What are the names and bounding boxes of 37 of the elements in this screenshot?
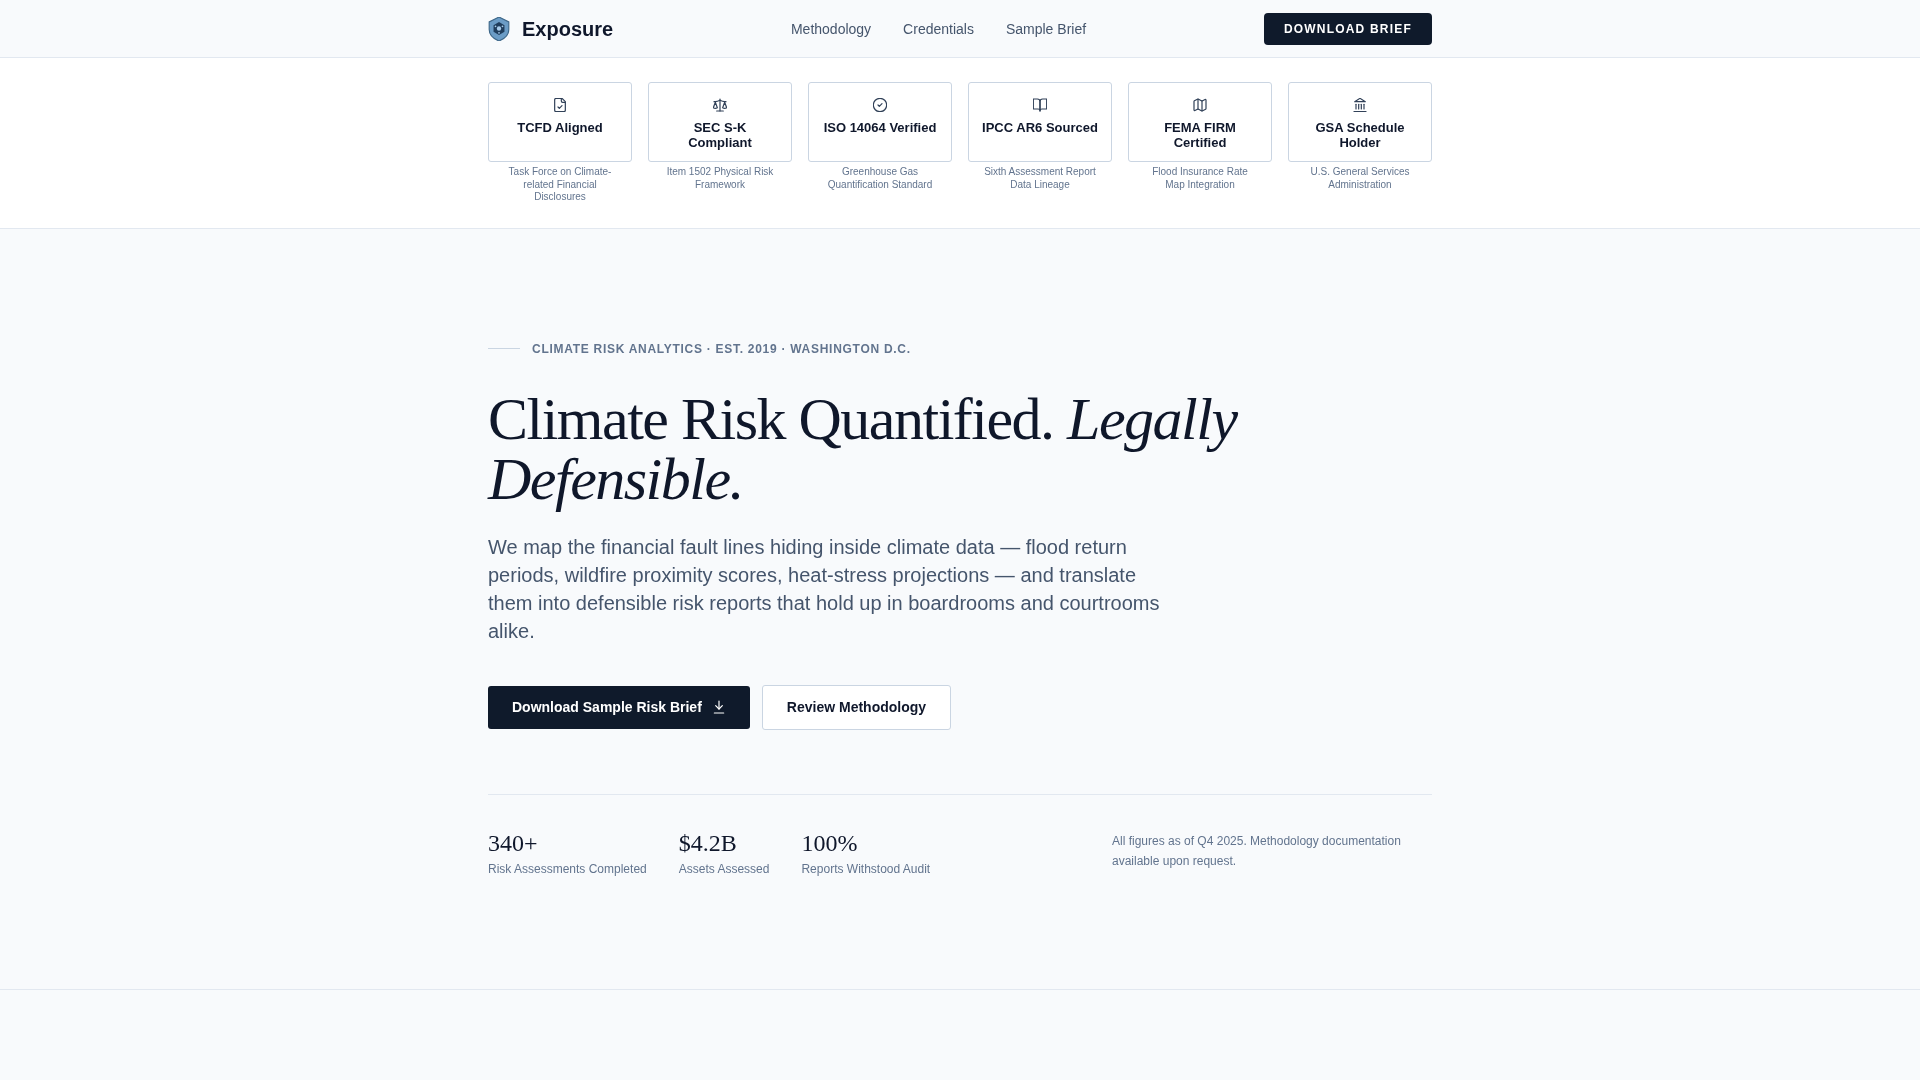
eyebrow-text: CLIMATE RISK ANALYTICS · EST. 2019 · WASHINGTON D.C. — [532, 340, 911, 357]
credential-description: Greenhouse Gas Quantification Standard — [826, 166, 934, 191]
stat-value: 100% — [801, 828, 859, 858]
credential-title: ISO 14064 Verified — [823, 120, 937, 135]
credential-title: GSA Schedule Holder — [1314, 120, 1406, 150]
credential-title: IPCC AR6 Sourced — [982, 120, 1098, 135]
review-methodology-button[interactable]: Review Methodology — [761, 684, 952, 730]
nav-link[interactable]: Sample Brief — [1005, 18, 1087, 39]
stat-label: Assets Assessed — [678, 860, 770, 877]
brand-name[interactable]: Exposure — [522, 14, 614, 43]
shield-logo-icon — [488, 16, 510, 41]
balance-scale-icon — [713, 98, 727, 112]
download-icon — [711, 700, 726, 714]
nav-link[interactable]: Methodology — [790, 18, 872, 39]
figures-note: All figures as of Q4 2025. Methodology documentation available upon request. — [1112, 832, 1402, 870]
file-check-icon — [553, 98, 567, 112]
hero-description: We map the financial fault lines hiding inside climate data — flood return periods, wildfire proximity scores, heat-stress projections — and translate them into defensible risk reports that hold up in boardrooms and courtrooms alike. — [488, 534, 1161, 644]
download-sample-button[interactable]: Download Sample Risk Brief — [488, 685, 750, 729]
credential-description: U.S. General Services Administration — [1309, 166, 1411, 191]
stat-label: Risk Assessments Completed — [488, 860, 647, 877]
credential-title: TCFD Aligned — [517, 120, 603, 135]
credential-description: Sixth Assessment Report Data Lineage — [983, 166, 1097, 191]
stat-label: Reports Withstood Audit — [801, 860, 931, 877]
stat-value: $4.2B — [678, 828, 738, 858]
nav-link[interactable]: Credentials — [903, 18, 974, 39]
credential-description: Item 1502 Physical Risk Framework — [665, 166, 775, 191]
credential-description: Flood Insurance Rate Map Integration — [1151, 166, 1249, 191]
credential-description: Task Force on Climate-related Financial Disclosures — [507, 166, 613, 204]
credential-title: FEMA FIRM Certified — [1163, 120, 1237, 150]
credential-title: SEC S-K Compliant — [687, 120, 753, 150]
stat-value: 340+ — [488, 828, 539, 858]
open-book-icon — [1033, 98, 1047, 112]
folded-map-icon — [1193, 98, 1207, 112]
circle-check-icon — [873, 98, 887, 112]
download-brief-button[interactable]: DOWNLOAD BRIEF — [1263, 12, 1432, 45]
columned-building-icon — [1353, 98, 1367, 112]
decorative-rule — [488, 348, 520, 349]
